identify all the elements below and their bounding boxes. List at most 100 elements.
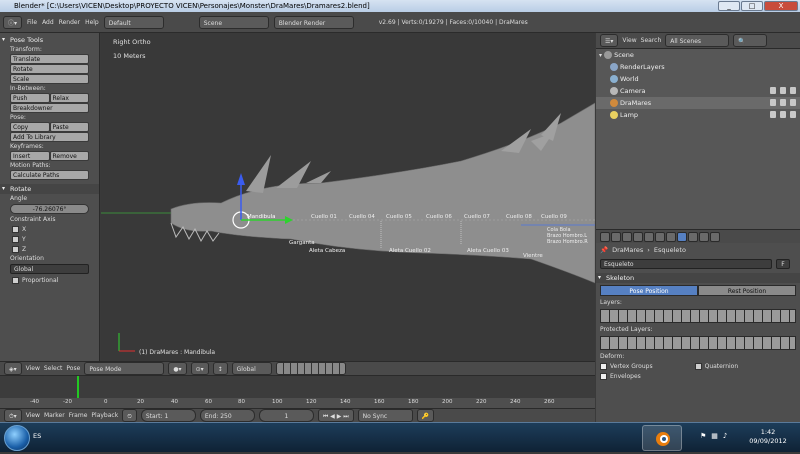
relax-button[interactable]: Relax: [49, 93, 89, 103]
bone-layers-grid[interactable]: [600, 309, 796, 323]
blender-taskbar-icon[interactable]: [642, 425, 682, 451]
editor-type-icon[interactable]: ◈▾: [4, 362, 22, 375]
camera-render-icon[interactable]: [790, 99, 796, 106]
current-frame-field[interactable]: 1: [258, 409, 314, 422]
pivot-icon[interactable]: ⊙▾: [190, 362, 209, 375]
eye-icon[interactable]: [770, 111, 776, 118]
transform-orientation-select[interactable]: Global: [231, 362, 272, 375]
flag-icon[interactable]: ⚑: [700, 432, 706, 440]
outliner-item-dramares[interactable]: DraMares: [596, 97, 800, 109]
calculate-paths-button[interactable]: Calculate Paths: [10, 170, 89, 180]
scene-select[interactable]: Scene: [198, 15, 269, 29]
render-tab-icon[interactable]: [600, 231, 610, 242]
mode-select[interactable]: Pose Mode: [84, 362, 165, 375]
bone-constraint-tab-icon[interactable]: [699, 231, 709, 242]
remove-keyframe-button[interactable]: Remove: [49, 151, 89, 161]
fake-user-button[interactable]: F: [776, 259, 790, 269]
network-icon[interactable]: ▦: [711, 432, 718, 440]
breakdowner-button[interactable]: Breakdowner: [10, 103, 89, 113]
axis-y-checkbox[interactable]: Y: [12, 234, 99, 244]
language-indicator[interactable]: ES: [33, 432, 41, 440]
menu-help[interactable]: Help: [85, 19, 99, 26]
object-tab-icon[interactable]: [644, 231, 654, 242]
expand-icon[interactable]: ▾: [599, 52, 602, 59]
start-frame-field[interactable]: Start: 1: [140, 409, 196, 422]
cursor-icon[interactable]: [780, 111, 786, 118]
rest-position-button[interactable]: Rest Position: [698, 285, 796, 296]
menu-add[interactable]: Add: [42, 19, 54, 26]
renderlayers-tab-icon[interactable]: [611, 231, 621, 242]
outliner-item-renderlayers[interactable]: RenderLayers: [596, 61, 800, 73]
bone-tab-icon[interactable]: [688, 231, 698, 242]
menu-playback[interactable]: Playback: [91, 412, 118, 419]
editor-type-icon[interactable]: ☰▾: [600, 34, 619, 47]
outliner-item-world[interactable]: World: [596, 73, 800, 85]
menu-view[interactable]: View: [622, 37, 636, 44]
modifiers-tab-icon[interactable]: [666, 231, 676, 242]
3d-viewport[interactable]: Right Ortho 10 Meters Mandibula Cuello 0…: [101, 33, 595, 361]
sync-select[interactable]: No Sync: [357, 409, 413, 422]
minimize-button[interactable]: _: [718, 1, 740, 11]
keying-icon[interactable]: 🔑: [416, 409, 435, 422]
camera-render-icon[interactable]: [790, 87, 796, 94]
world-tab-icon[interactable]: [633, 231, 643, 242]
vertex-groups-checkbox[interactable]: Vertex Groups: [600, 361, 653, 371]
orientation-select[interactable]: Global: [10, 264, 89, 274]
pose-position-button[interactable]: Pose Position: [600, 285, 698, 296]
axis-z-checkbox[interactable]: Z: [12, 244, 99, 254]
outliner-item-camera[interactable]: Camera: [596, 85, 800, 97]
clock[interactable]: 1:42 09/09/2012: [748, 428, 788, 446]
pose-tools-header[interactable]: Pose Tools: [0, 35, 99, 45]
constraints-tab-icon[interactable]: [655, 231, 665, 242]
display-mode-select[interactable]: All Scenes: [665, 34, 730, 47]
outliner-item-scene[interactable]: ▾ Scene: [596, 49, 800, 61]
volume-icon[interactable]: ♪: [723, 432, 727, 440]
menu-search[interactable]: Search: [641, 37, 662, 44]
quaternion-checkbox[interactable]: Quaternion: [694, 361, 738, 371]
current-frame-line[interactable]: [77, 376, 79, 398]
menu-select[interactable]: Select: [44, 365, 63, 372]
envelopes-checkbox[interactable]: Envelopes: [600, 371, 800, 381]
proportional-checkbox[interactable]: Proportional: [12, 275, 99, 285]
scene-tab-icon[interactable]: [622, 231, 632, 242]
axis-x-checkbox[interactable]: X: [12, 224, 99, 234]
push-button[interactable]: Push: [10, 93, 50, 103]
menu-pose[interactable]: Pose: [66, 365, 80, 372]
menu-marker[interactable]: Marker: [44, 412, 65, 419]
pin-icon[interactable]: 📌: [600, 246, 608, 254]
add-to-library-button[interactable]: Add To Library: [10, 132, 89, 142]
skeleton-panel-header[interactable]: Skeleton: [596, 273, 800, 283]
camera-render-icon[interactable]: [790, 111, 796, 118]
shading-icon[interactable]: ●▾: [168, 362, 187, 375]
menu-view[interactable]: View: [26, 412, 40, 419]
editor-type-icon[interactable]: ⏱▾: [4, 409, 22, 422]
copy-pose-button[interactable]: Copy: [10, 122, 50, 132]
cursor-icon[interactable]: [780, 87, 786, 94]
texture-tab-icon[interactable]: [710, 231, 720, 242]
layers-grid[interactable]: [275, 362, 346, 375]
rotate-button[interactable]: Rotate: [10, 64, 89, 74]
editor-type-icon[interactable]: ⓘ▾: [3, 15, 23, 29]
menu-view[interactable]: View: [26, 365, 40, 372]
scale-button[interactable]: Scale: [10, 74, 89, 84]
menu-file[interactable]: File: [27, 19, 37, 26]
armature-datablock-field[interactable]: Esqueleto: [600, 259, 772, 269]
eye-icon[interactable]: [770, 99, 776, 106]
protected-layers-grid[interactable]: [600, 336, 796, 350]
insert-keyframe-button[interactable]: Insert: [10, 151, 50, 161]
screen-layout-select[interactable]: Default: [103, 15, 164, 29]
outliner-item-lamp[interactable]: Lamp: [596, 109, 800, 121]
manipulator-icon[interactable]: ↕: [212, 362, 228, 375]
translate-button[interactable]: Translate: [10, 54, 89, 64]
maximize-button[interactable]: □: [741, 1, 763, 11]
close-button[interactable]: X: [764, 1, 798, 11]
start-button[interactable]: [4, 425, 30, 451]
timeline[interactable]: -40 -20 0 20 40 60 80 100 120 140 160 18…: [0, 375, 595, 408]
render-engine-select[interactable]: Blender Render: [273, 15, 354, 29]
preview-range-icon[interactable]: ⏲: [122, 409, 137, 422]
menu-frame[interactable]: Frame: [69, 412, 88, 419]
search-field[interactable]: 🔍: [733, 34, 768, 47]
eye-icon[interactable]: [770, 87, 776, 94]
angle-field[interactable]: -76.26076°: [10, 204, 89, 214]
menu-render[interactable]: Render: [59, 19, 80, 26]
